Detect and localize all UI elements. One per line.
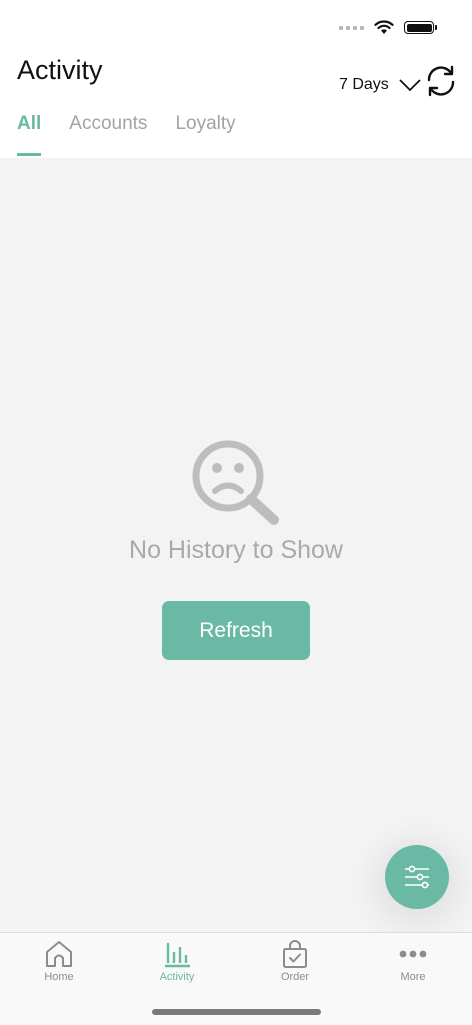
chevron-down-icon xyxy=(399,79,421,92)
page-title: Activity xyxy=(17,55,103,85)
tabbar-item-order[interactable]: Order xyxy=(236,939,354,995)
tabbar-item-activity[interactable]: Activity xyxy=(118,939,236,995)
tabbar-label-more: More xyxy=(400,971,426,983)
date-range-label: 7 Days xyxy=(339,76,389,93)
cellular-signal-icon xyxy=(339,25,364,30)
tabbar-label-home: Home xyxy=(44,971,74,983)
status-bar xyxy=(339,20,437,35)
wifi-icon xyxy=(374,20,394,34)
refresh-icon[interactable] xyxy=(423,63,459,99)
tabbar-item-home[interactable]: Home xyxy=(0,939,118,995)
bar-chart-icon xyxy=(165,943,190,968)
header: Activity 7 Days All Accounts Loyalty xyxy=(0,0,472,158)
date-range-select[interactable]: 7 Days xyxy=(339,76,421,94)
filter-button[interactable] xyxy=(385,845,449,909)
tab-all[interactable]: All xyxy=(17,113,42,156)
tab-loyalty[interactable]: Loyalty xyxy=(175,113,235,156)
tab-accounts[interactable]: Accounts xyxy=(69,113,147,156)
tabbar-label-order: Order xyxy=(280,971,310,983)
home-indicator[interactable] xyxy=(152,1009,321,1015)
battery-icon xyxy=(404,21,437,34)
home-icon xyxy=(46,941,72,967)
activity-tabs: All Accounts Loyalty xyxy=(17,113,236,156)
empty-state-message: No History to Show xyxy=(129,536,343,564)
filter-sliders-icon xyxy=(405,865,429,889)
tabbar-item-more[interactable]: More xyxy=(354,939,472,995)
shopping-bag-icon xyxy=(283,940,307,968)
sad-magnifier-icon xyxy=(192,440,279,525)
more-dots-icon xyxy=(399,950,427,958)
refresh-button[interactable]: Refresh xyxy=(162,601,310,660)
tabbar-label-activity: Activity xyxy=(159,971,195,983)
